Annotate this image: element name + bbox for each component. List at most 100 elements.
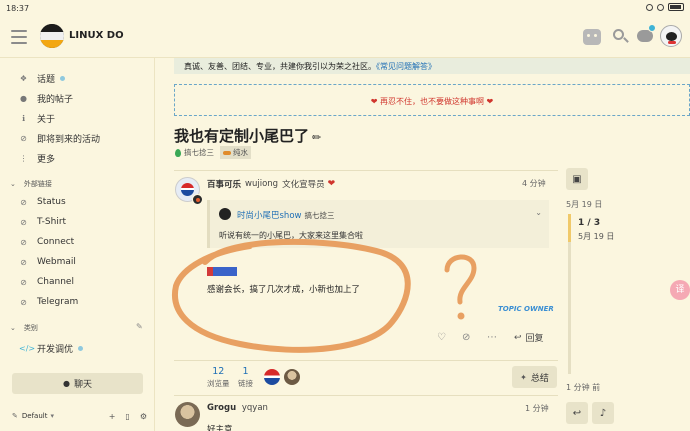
translate-icon[interactable]: 译 xyxy=(670,280,690,300)
pencil-icon[interactable]: ✎ xyxy=(136,322,143,331)
faq-link[interactable]: 《常见问题解答》 xyxy=(376,62,436,71)
site-logo[interactable] xyxy=(40,24,64,48)
sidebar-item-events[interactable]: ⊘ 即将到来的活动 xyxy=(19,132,100,145)
post-body: 感谢会长，搞了几次才成，小新也加上了 xyxy=(207,285,361,295)
topic-title: 我也有定制小尾巴了 ✏ xyxy=(174,127,322,145)
timeline-date: 5月 19 日 xyxy=(578,232,615,241)
chat-button[interactable]: ● 聊天 xyxy=(12,373,143,394)
link-icon: ⊘ xyxy=(20,237,27,247)
timeline-last-activity[interactable]: 1 分钟 前 xyxy=(566,382,600,393)
sidebar-item-label: 我的帖子 xyxy=(37,95,74,105)
post-author-username[interactable]: yqyan xyxy=(242,403,268,413)
heart-icon: ❤ xyxy=(370,97,378,106)
site-header: LINUX DO xyxy=(0,18,690,58)
site-name[interactable]: LINUX DO xyxy=(69,30,124,41)
quote-author[interactable]: 时尚小尾巴show 搞七捻三 xyxy=(237,209,334,221)
links-stat[interactable]: 1 链接 xyxy=(238,366,253,389)
welcome-banner: 真诚、友善、团结、专业，共建你我引以为荣之社区。《常见问题解答》 xyxy=(174,58,690,74)
post-author-name[interactable]: 百事可乐 xyxy=(207,178,241,190)
signature-image xyxy=(207,267,237,276)
link-icon: ⊘ xyxy=(20,134,27,143)
search-icon[interactable] xyxy=(610,26,630,46)
chevron-down-icon: ▾ xyxy=(50,412,54,420)
sidebar-item-tshirt[interactable]: ⊘ T-Shirt xyxy=(19,217,66,227)
post-avatar[interactable] xyxy=(175,402,200,427)
bell-icon: ♪ xyxy=(599,407,607,419)
robot-icon[interactable] xyxy=(583,29,601,45)
chat-icon[interactable] xyxy=(635,24,656,46)
categories-heading[interactable]: ⌄ 类别 xyxy=(10,323,38,333)
sidebar-item-label: Connect xyxy=(37,237,75,247)
like-icon[interactable]: ♡ xyxy=(437,332,446,343)
more-icon[interactable]: ⋯ xyxy=(487,332,497,343)
sidebar-item-label: 更多 xyxy=(37,155,56,165)
sidebar-item-connect[interactable]: ⊘ Connect xyxy=(19,237,74,247)
sidebar-item-topics[interactable]: ❖ 话题 xyxy=(19,72,66,85)
notice-banner: ❤ 再忍不住，也不要做这种事啊 ❤ xyxy=(174,84,690,116)
participant-avatar[interactable] xyxy=(284,369,300,385)
reply-button[interactable]: ↩ xyxy=(566,402,588,424)
link-icon: ⊘ xyxy=(20,277,27,287)
signal-icon xyxy=(646,3,653,11)
device-icon[interactable]: ▯ xyxy=(125,412,129,421)
heart-icon: ❤ xyxy=(327,179,336,189)
sidebar-item-about[interactable]: ℹ 关于 xyxy=(19,112,55,125)
sidebar-item-my-posts[interactable]: ● 我的帖子 xyxy=(19,92,73,105)
user-avatar[interactable] xyxy=(660,25,682,47)
user-icon: ● xyxy=(20,94,27,103)
sidebar-item-webmail[interactable]: ⊘ Webmail xyxy=(19,257,76,267)
link-icon: ⊘ xyxy=(20,197,27,207)
sidebar-item-label: Telegram xyxy=(37,297,79,307)
sidebar-item-status[interactable]: ⊘ Status xyxy=(19,197,66,207)
category-link[interactable]: 搞七捻三 xyxy=(184,147,214,158)
summarize-button[interactable]: ✦ 总结 xyxy=(512,366,557,388)
participant-avatar[interactable] xyxy=(264,369,280,385)
add-icon[interactable]: + xyxy=(109,412,116,421)
reply-button[interactable]: ↩ 回复 xyxy=(514,331,544,345)
chat-bubble-icon: ● xyxy=(63,379,70,388)
post-author-username[interactable]: wujiong xyxy=(245,179,278,189)
link-icon[interactable]: ⊘ xyxy=(462,332,470,343)
share-timeline-button[interactable]: ▣ xyxy=(566,168,588,190)
quote-text: 听说有统一的小尾巴，大家来这里集合啦 xyxy=(219,231,363,240)
divider xyxy=(174,360,558,361)
sidebar: ❖ 话题 ● 我的帖子 ℹ 关于 ⊘ 即将到来的活动 ⋮ 更多 ⌄ 外部链接 ⊘… xyxy=(0,58,155,431)
post-author-title: 文化宣导员 xyxy=(282,180,325,190)
post-time[interactable]: 1 分钟 xyxy=(525,403,549,414)
sidebar-item-channel[interactable]: ⊘ Channel xyxy=(19,277,74,287)
timeline-track[interactable] xyxy=(568,214,571,374)
annotation-question-mark xyxy=(444,254,477,305)
unread-dot xyxy=(60,76,66,81)
timeline-position: 1 / 3 xyxy=(578,218,601,228)
external-links-heading[interactable]: ⌄ 外部链接 xyxy=(10,179,52,189)
brush-icon: ✎ xyxy=(12,412,18,420)
quote-avatar xyxy=(219,208,231,220)
edit-pencil-icon[interactable]: ✏ xyxy=(312,131,321,144)
annotation-circle xyxy=(172,238,411,353)
settings-icon[interactable]: ⚙ xyxy=(140,412,147,421)
views-stat: 12 浏览量 xyxy=(207,366,230,388)
chevron-down-icon: ⌄ xyxy=(10,324,16,332)
battery-icon xyxy=(668,3,684,11)
timeline-handle[interactable] xyxy=(568,214,571,242)
category-drop-icon xyxy=(175,148,181,157)
topic-tag[interactable]: 纯水 xyxy=(220,146,251,159)
status-icons xyxy=(646,3,684,11)
notification-button[interactable]: ♪ xyxy=(592,402,614,424)
sidebar-item-category[interactable]: </> 开发调优 xyxy=(19,342,84,355)
theme-selector[interactable]: Default xyxy=(22,412,48,420)
swim-icon xyxy=(223,150,231,155)
chevron-down-icon: ⌄ xyxy=(10,180,16,188)
menu-icon[interactable] xyxy=(11,30,27,48)
chevron-down-icon[interactable]: ⌄ xyxy=(535,208,542,217)
sidebar-item-more[interactable]: ⋮ 更多 xyxy=(19,152,56,165)
code-icon: </> xyxy=(19,344,36,353)
link-icon: ⊘ xyxy=(20,297,27,307)
info-icon: ℹ xyxy=(21,114,26,123)
sidebar-item-telegram[interactable]: ⊘ Telegram xyxy=(19,297,78,307)
post-author-name[interactable]: Grogu xyxy=(207,403,236,413)
status-time: 18:37 xyxy=(6,4,30,13)
post-time[interactable]: 4 分钟 xyxy=(522,178,546,189)
reply-arrow-icon: ↩ xyxy=(514,332,522,343)
timeline-start-date[interactable]: 5月 19 日 xyxy=(566,199,602,210)
